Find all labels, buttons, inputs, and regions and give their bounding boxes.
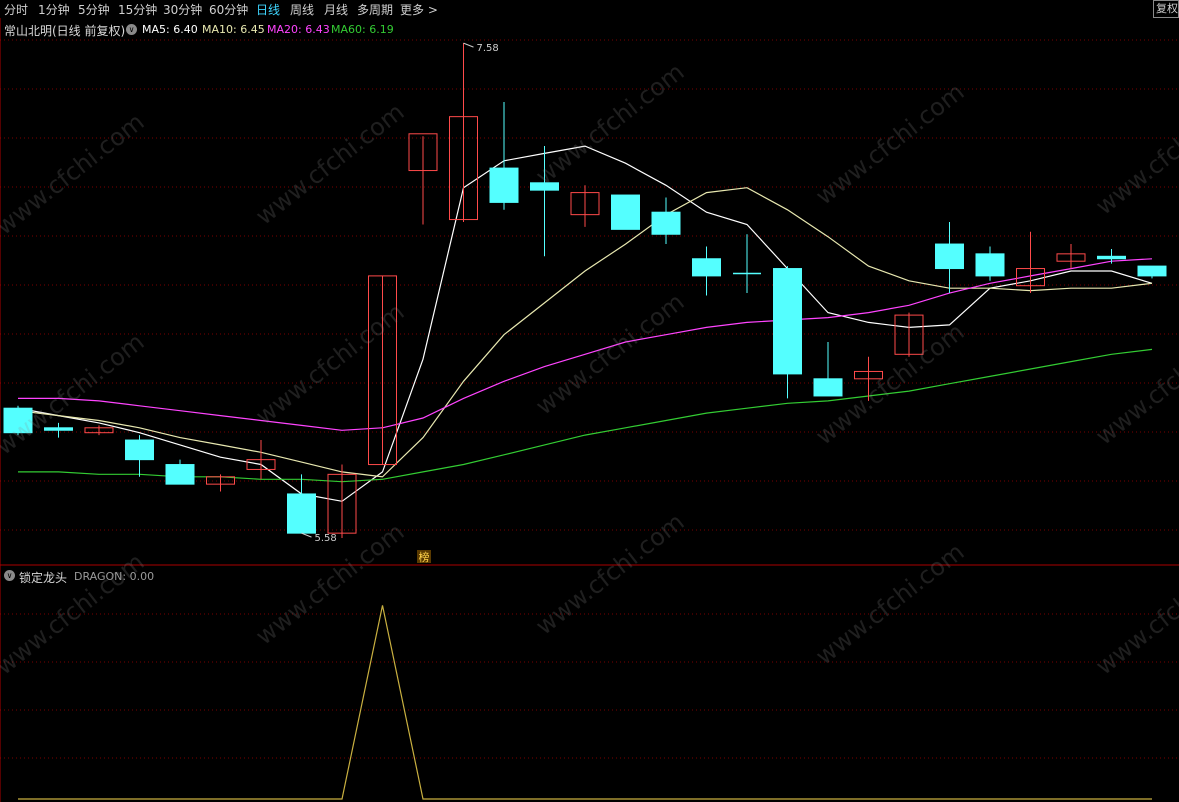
candle-body xyxy=(773,268,802,375)
candle-body xyxy=(489,167,519,203)
candlestick-chart: 7.58 5.58 榜 xyxy=(0,18,1179,566)
candle-body xyxy=(1097,255,1126,260)
dragon-line xyxy=(18,605,1152,800)
tab-15min[interactable]: 15分钟 xyxy=(118,1,157,18)
tab-multi-period[interactable]: 多周期 xyxy=(357,1,393,18)
tab-60min[interactable]: 60分钟 xyxy=(209,1,248,18)
candle-body xyxy=(165,464,195,485)
candle-body xyxy=(935,243,964,270)
tab-5min[interactable]: 5分钟 xyxy=(78,1,110,18)
annotation-pointer xyxy=(463,42,474,48)
annotation-pointer xyxy=(301,532,312,538)
candle-body xyxy=(287,493,316,534)
candle-body xyxy=(44,427,73,431)
ma60-line xyxy=(18,348,1153,483)
candle-body xyxy=(692,258,721,277)
candle-body xyxy=(651,211,681,235)
ma10-line xyxy=(17,187,1153,478)
candle-body xyxy=(975,253,1005,277)
price-annotation: 7.58 xyxy=(477,43,499,54)
tab-daily[interactable]: 日线 xyxy=(256,1,280,18)
tab-weekly[interactable]: 周线 xyxy=(290,1,314,18)
candle-body xyxy=(125,439,154,461)
tab-1min[interactable]: 1分钟 xyxy=(38,1,70,18)
candle-body xyxy=(530,182,559,191)
adjust-right-button[interactable]: 复权 xyxy=(1153,0,1179,18)
tab-fenshi[interactable]: 分时 xyxy=(4,1,28,18)
candle-body xyxy=(813,378,843,397)
more-menu-button[interactable]: 更多 > xyxy=(400,1,438,18)
candle-body xyxy=(1137,265,1167,277)
tab-30min[interactable]: 30分钟 xyxy=(163,1,202,18)
candle-body xyxy=(3,407,33,434)
marker-label: 榜 xyxy=(419,550,430,564)
tab-monthly[interactable]: 月线 xyxy=(324,1,348,18)
price-annotation: 5.58 xyxy=(315,533,337,544)
candle-body xyxy=(611,194,640,230)
dragon-indicator-chart xyxy=(0,566,1179,802)
period-toolbar: 分时 1分钟 5分钟 15分钟 30分钟 60分钟 日线 周线 月线 多周期 更… xyxy=(0,0,1179,18)
